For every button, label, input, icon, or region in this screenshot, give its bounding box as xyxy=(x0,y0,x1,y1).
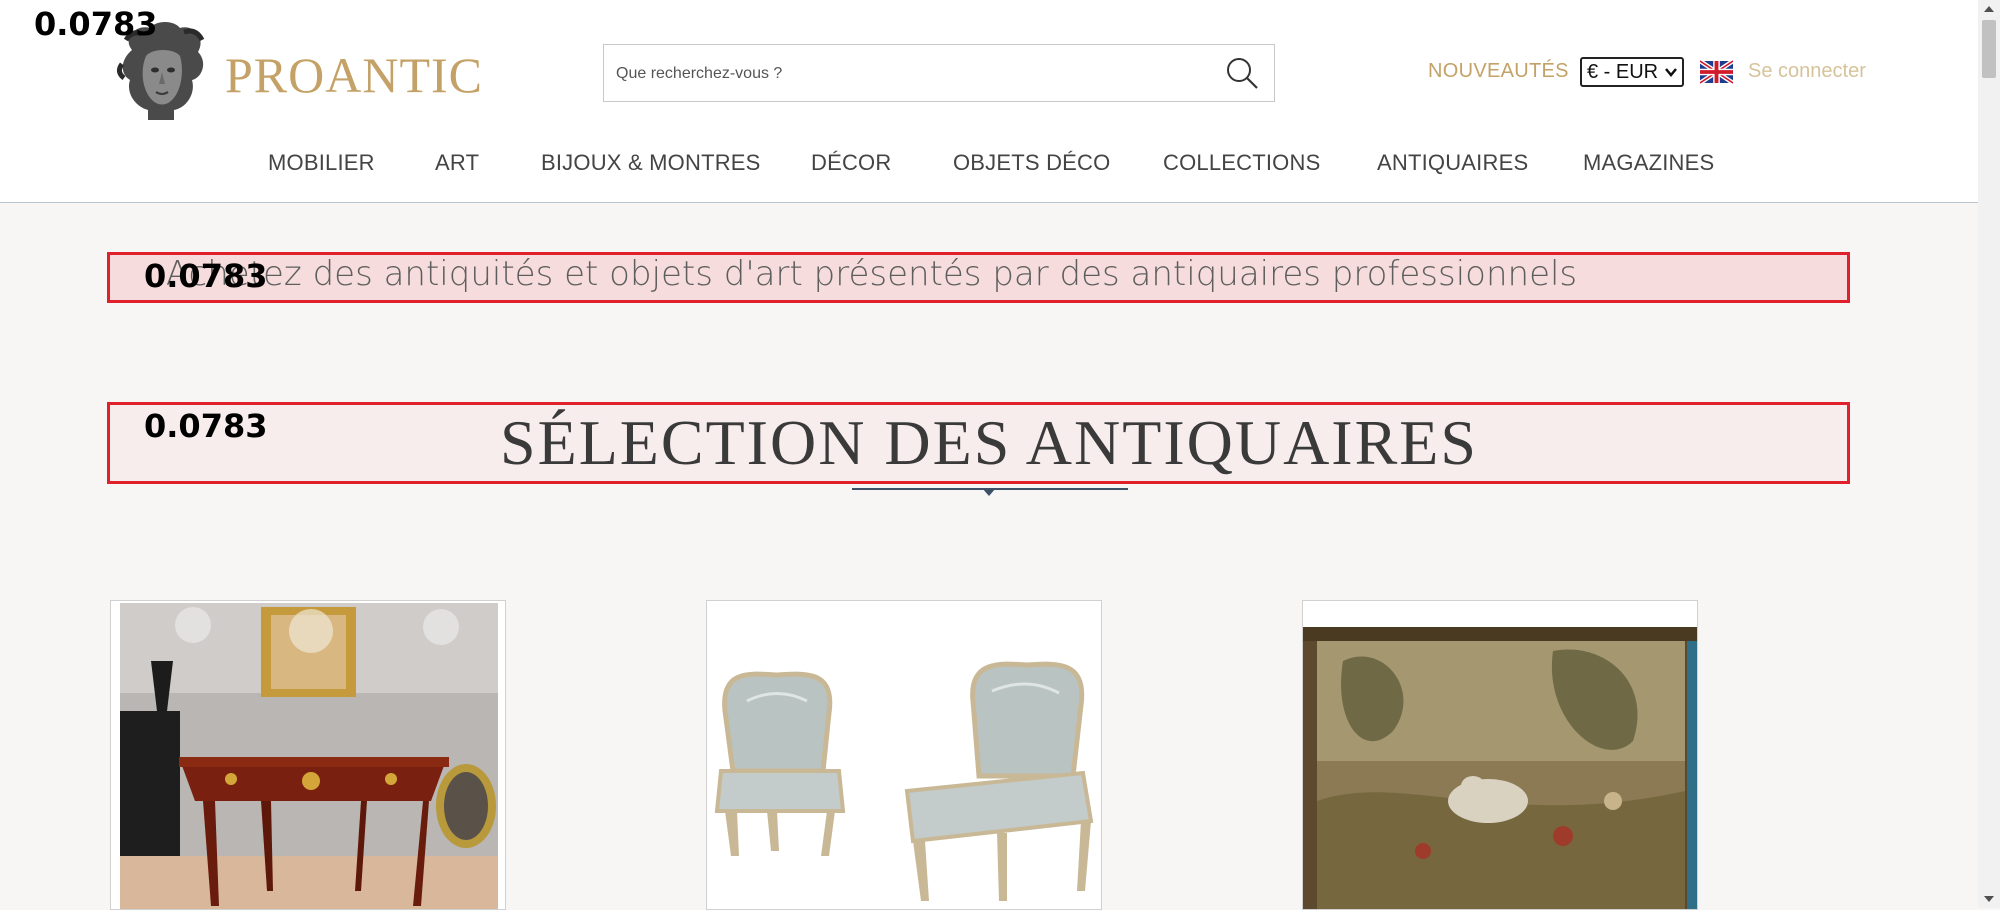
score-label-title: 0.0783 xyxy=(144,407,268,445)
new-arrivals-link[interactable]: NOUVEAUTÉS xyxy=(1428,60,1569,83)
nav-item-magazines[interactable]: MAGAZINES xyxy=(1583,150,1714,176)
nav-item-antiquaires[interactable]: ANTIQUAIRES xyxy=(1377,150,1528,176)
nav-item-decor[interactable]: DÉCOR xyxy=(811,150,891,176)
nav-item-collections[interactable]: COLLECTIONS xyxy=(1163,150,1320,176)
search-bar xyxy=(603,44,1275,103)
vertical-scrollbar[interactable] xyxy=(1978,0,2000,908)
title-divider-notch xyxy=(982,488,996,496)
product-card-chairs[interactable] xyxy=(706,600,1102,910)
uk-flag-icon[interactable] xyxy=(1700,59,1733,85)
scroll-down-arrow[interactable] xyxy=(1984,896,1994,902)
product-image-tapestry xyxy=(1303,601,1697,909)
scroll-up-arrow[interactable] xyxy=(1984,6,1994,12)
brand-name[interactable]: PROANTIC xyxy=(225,46,483,104)
login-link[interactable]: Se connecter xyxy=(1748,60,1866,83)
nav-item-art[interactable]: ART xyxy=(435,150,479,176)
product-image-desk xyxy=(111,601,505,909)
currency-select[interactable]: € - EUR xyxy=(1580,57,1684,87)
search-input[interactable] xyxy=(614,45,1198,103)
product-image-chairs xyxy=(707,601,1101,909)
product-card-desk[interactable] xyxy=(110,600,506,910)
search-icon[interactable] xyxy=(1224,55,1260,91)
site-header: 0.0783 PROANTIC NOUVEAUTÉS € - EUR Se co… xyxy=(0,0,1978,203)
scrollbar-thumb[interactable] xyxy=(1982,20,1996,78)
score-label-logo: 0.0783 xyxy=(34,5,158,43)
product-card-tapestry[interactable] xyxy=(1302,600,1698,910)
nav-item-objets-deco[interactable]: OBJETS DÉCO xyxy=(953,150,1110,176)
section-title: SÉLECTION DES ANTIQUAIRES xyxy=(500,407,1478,478)
chevron-down-icon xyxy=(1665,68,1677,77)
score-label-tagline: 0.0783 xyxy=(144,257,268,295)
nav-item-mobilier[interactable]: MOBILIER xyxy=(268,150,375,176)
currency-value: € - EUR xyxy=(1587,61,1659,83)
nav-item-bijoux-montres[interactable]: BIJOUX & MONTRES xyxy=(541,150,761,176)
